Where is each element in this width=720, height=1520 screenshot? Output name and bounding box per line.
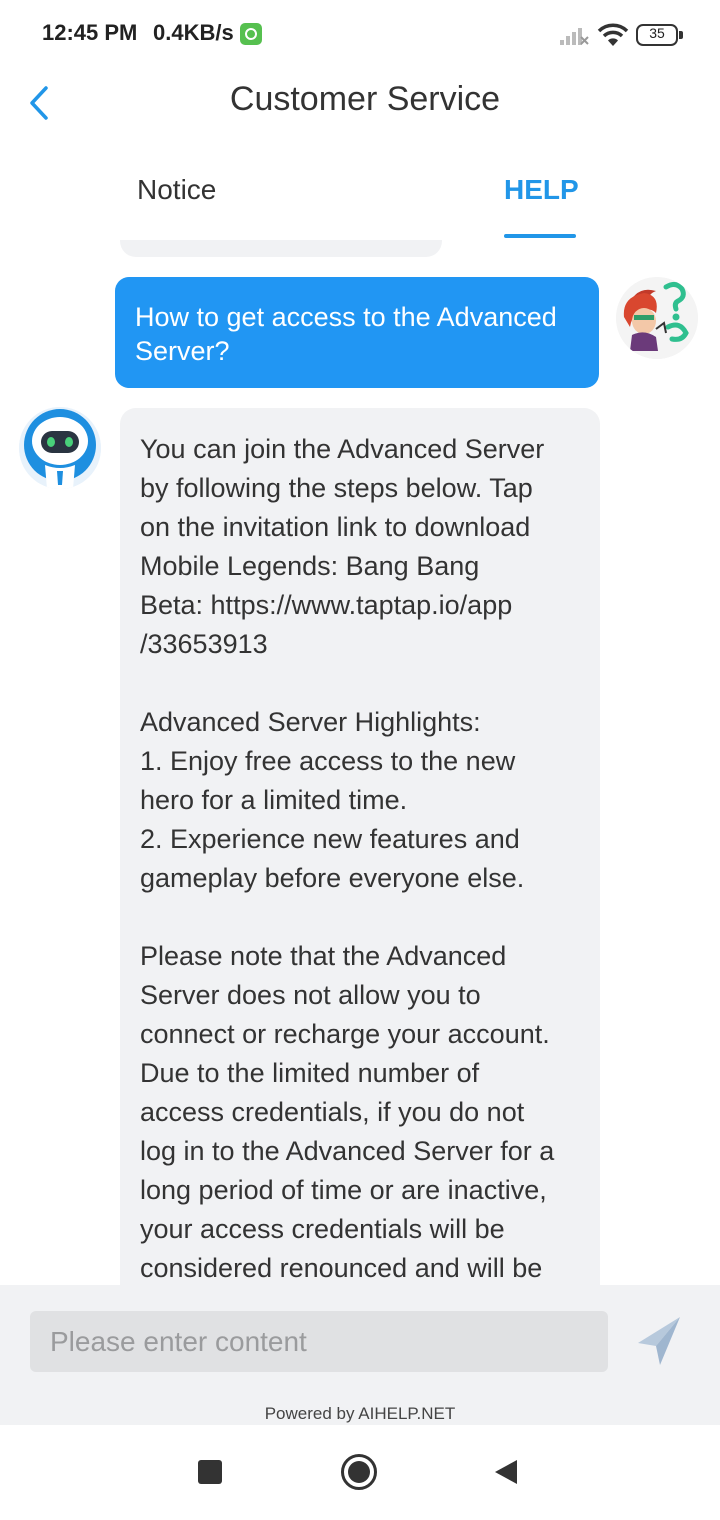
user-message-line: How to get access to the Advanced: [135, 302, 557, 332]
active-tab-indicator: [504, 234, 576, 238]
home-button[interactable]: [341, 1454, 377, 1490]
bot-message-line: hero for a limited time.: [140, 785, 408, 815]
powered-by-text: Powered by AIHELP.NET: [264, 1404, 456, 1423]
tab-bar: Notice HELP: [0, 160, 720, 240]
recents-button[interactable]: [198, 1460, 222, 1484]
send-icon[interactable]: [634, 1313, 686, 1369]
user-avatar-image: [616, 277, 698, 359]
bot-message-line: on the invitation link to download: [140, 512, 531, 542]
wifi-icon: [597, 23, 629, 46]
bot-message-line: 1. Enjoy free access to the new: [140, 746, 516, 776]
message-input[interactable]: [30, 1311, 608, 1372]
header: Customer Service: [0, 70, 720, 132]
bot-message-line: considered renounced and will be: [140, 1253, 543, 1283]
chat-area[interactable]: How to get access to the Advanced Server…: [0, 240, 720, 1285]
bot-message-line: access credentials, if you do not: [140, 1097, 525, 1127]
battery-level: 35: [649, 25, 665, 41]
tab-help[interactable]: HELP: [504, 174, 579, 206]
message-input-bar: Powered by AIHELP.NET: [0, 1285, 720, 1425]
signal-icon: [560, 28, 589, 45]
back-triangle-icon[interactable]: [493, 1458, 519, 1486]
invitation-link[interactable]: /33653913: [140, 625, 580, 664]
bot-message-line: Server does not allow you to: [140, 980, 481, 1010]
app-notification-icon: [240, 23, 262, 45]
bot-message-line: long period of time or are inactive,: [140, 1175, 547, 1205]
bot-message-bubble: You can join the Advanced Server by foll…: [120, 408, 600, 1285]
bot-message-paragraph: Please note that the Advanced Server doe…: [140, 937, 580, 1285]
bot-message-line: Mobile Legends: Bang Bang: [140, 551, 480, 581]
bot-avatar: [19, 407, 101, 489]
invitation-link[interactable]: Beta: https://www.taptap.io/app: [140, 586, 580, 625]
bot-message-line: connect or recharge your account.: [140, 1019, 550, 1049]
bot-message-line: your access credentials will be: [140, 1214, 505, 1244]
bot-message-paragraph: Advanced Server Highlights: 1. Enjoy fre…: [140, 703, 580, 898]
status-time: 12:45 PM: [42, 20, 138, 45]
bot-message-line: 2. Experience new features and: [140, 824, 520, 854]
battery-icon: 35: [636, 24, 684, 46]
bot-message-paragraph: You can join the Advanced Server by foll…: [140, 430, 580, 664]
system-navigation-bar: [0, 1425, 720, 1520]
user-message-bubble: How to get access to the Advanced Server…: [115, 277, 599, 388]
tab-notice[interactable]: Notice: [137, 174, 216, 206]
bot-message-line: gameplay before everyone else.: [140, 863, 525, 893]
status-bar: 12:45 PM 0.4KB/s 35: [0, 0, 720, 70]
network-speed: 0.4KB/s: [153, 20, 234, 45]
page-title: Customer Service: [229, 80, 501, 118]
bot-message-line: Due to the limited number of: [140, 1058, 480, 1088]
user-avatar[interactable]: [616, 277, 698, 359]
bot-message-line: Advanced Server Highlights:: [140, 707, 481, 737]
robot-icon: [19, 407, 101, 489]
bot-message-line: You can join the Advanced Server: [140, 434, 545, 464]
bot-message-line: by following the steps below. Tap: [140, 473, 533, 503]
previous-message-bubble: [120, 240, 442, 257]
bot-message-line: Please note that the Advanced: [140, 941, 507, 971]
user-message-line: Server?: [135, 336, 230, 366]
bot-message-line: log in to the Advanced Server for a: [140, 1136, 555, 1166]
